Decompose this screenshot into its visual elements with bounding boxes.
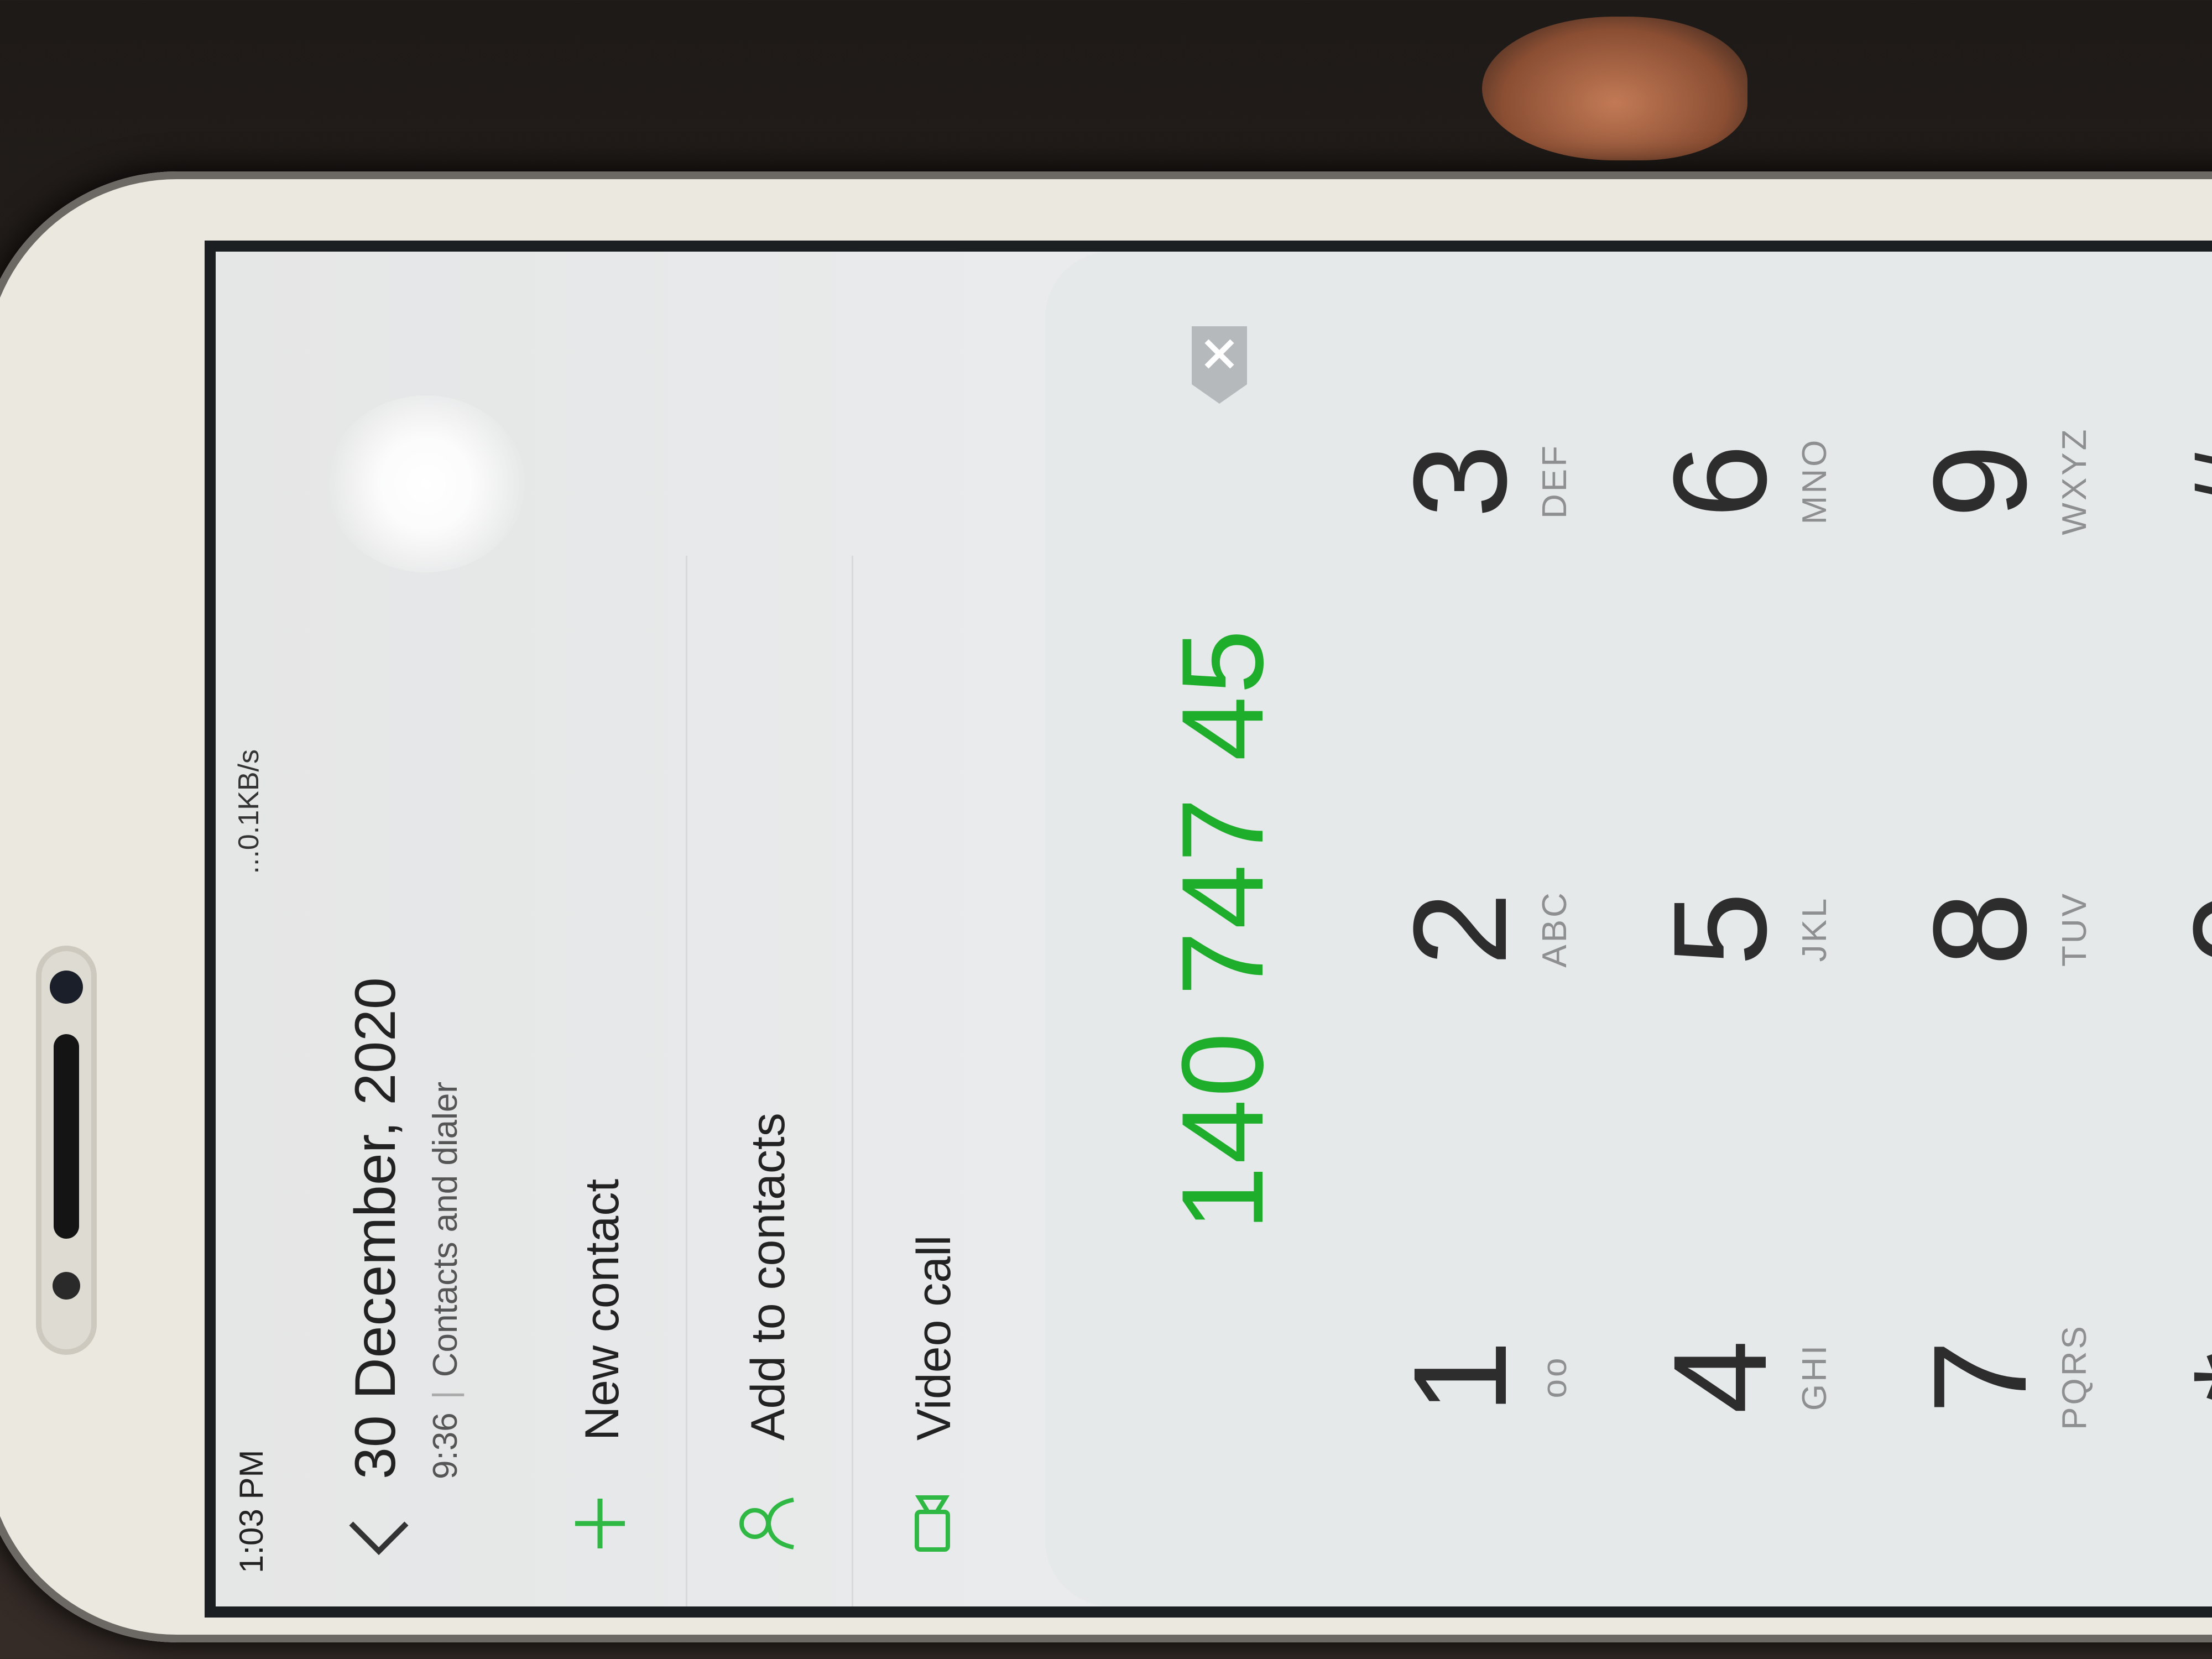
key-6[interactable]: 6 MNO bbox=[1646, 282, 1891, 680]
person-icon bbox=[739, 1498, 794, 1550]
dialed-number: 140 747 45 bbox=[1157, 627, 1287, 1231]
phone-screen: 1:03 PM ...0.1KB/s 30 December, 2020 9:3… bbox=[205, 241, 2212, 1618]
key-digit: 2 bbox=[1386, 892, 1534, 966]
key-digit: 9 bbox=[1906, 444, 2054, 518]
add-to-contacts-button[interactable]: Add to contacts bbox=[686, 556, 853, 1606]
key-digit: 1 bbox=[1386, 1340, 1534, 1414]
front-camera bbox=[50, 971, 83, 1004]
key-digit: # bbox=[2166, 282, 2212, 680]
video-call-button[interactable]: Video call bbox=[852, 556, 1018, 1606]
key-2[interactable]: 2 ABC bbox=[1386, 730, 1631, 1128]
call-source: Contacts and dialer bbox=[426, 1082, 465, 1378]
earpiece bbox=[36, 946, 97, 1355]
key-7[interactable]: 7 PQRS bbox=[1906, 1178, 2151, 1576]
key-digit: 7 bbox=[1906, 1340, 2054, 1414]
key-4[interactable]: 4 GHI bbox=[1646, 1178, 1891, 1576]
network-speed: ...0.1KB/s bbox=[233, 749, 265, 874]
key-letters: MNO bbox=[1796, 437, 1834, 525]
new-contact-button[interactable]: New contact bbox=[520, 556, 687, 1606]
proximity-sensor bbox=[53, 1272, 80, 1300]
key-letters: ABC bbox=[1536, 890, 1574, 968]
key-3[interactable]: 3 DEF bbox=[1386, 282, 1631, 680]
finger bbox=[1482, 17, 1747, 160]
status-bar: 1:03 PM ...0.1KB/s bbox=[216, 252, 282, 1606]
key-letters: JKL bbox=[1796, 896, 1834, 962]
back-chevron-icon[interactable] bbox=[348, 1518, 409, 1557]
key-digit: 3 bbox=[1386, 444, 1534, 518]
key-letters: WXYZ bbox=[2056, 427, 2094, 535]
key-letters: DEF bbox=[1536, 444, 1574, 519]
key-9[interactable]: 9 WXYZ bbox=[1906, 282, 2151, 680]
key-letters: TUV bbox=[2056, 891, 2094, 967]
video-camera-icon bbox=[915, 1495, 950, 1552]
plus-icon bbox=[575, 1499, 625, 1548]
key-letters: GHI bbox=[1796, 1343, 1834, 1411]
key-digit: 8 bbox=[1906, 892, 2054, 966]
key-digit: 5 bbox=[1646, 892, 1794, 966]
dialpad-panel: 140 747 45 1 oo 2 ABC 3 DEF 4 GHI 5 JKL 6 MNO … bbox=[1045, 252, 2212, 1606]
key-letters: PQRS bbox=[2056, 1324, 2094, 1430]
key-5[interactable]: 5 JKL bbox=[1646, 730, 1891, 1128]
light-glare bbox=[326, 395, 525, 572]
call-date-title: 30 December, 2020 bbox=[343, 977, 408, 1479]
key-digit: 4 bbox=[1646, 1340, 1794, 1414]
add-to-contacts-label: Add to contacts bbox=[742, 1113, 795, 1441]
key-0[interactable]: 0 bbox=[2166, 730, 2212, 1128]
key-digit: 6 bbox=[1646, 444, 1794, 518]
call-time: 9:36 bbox=[426, 1412, 465, 1479]
key-star[interactable]: * bbox=[2166, 1178, 2212, 1576]
key-8[interactable]: 8 TUV bbox=[1906, 730, 2151, 1128]
new-contact-label: New contact bbox=[576, 1178, 629, 1441]
voicemail-icon: oo bbox=[1536, 1355, 1574, 1399]
video-call-label: Video call bbox=[907, 1235, 961, 1441]
key-digit: * bbox=[2166, 1178, 2212, 1576]
key-digit: 0 bbox=[2166, 730, 2212, 1128]
call-details: 9:36 | Contacts and dialer bbox=[426, 1082, 465, 1479]
status-time: 1:03 PM bbox=[233, 1449, 270, 1573]
speaker-grille bbox=[54, 1034, 79, 1239]
key-hash[interactable]: # bbox=[2166, 282, 2212, 680]
key-1[interactable]: 1 oo bbox=[1386, 1178, 1631, 1576]
separator: | bbox=[426, 1390, 465, 1400]
backspace-icon[interactable] bbox=[1189, 324, 1250, 406]
